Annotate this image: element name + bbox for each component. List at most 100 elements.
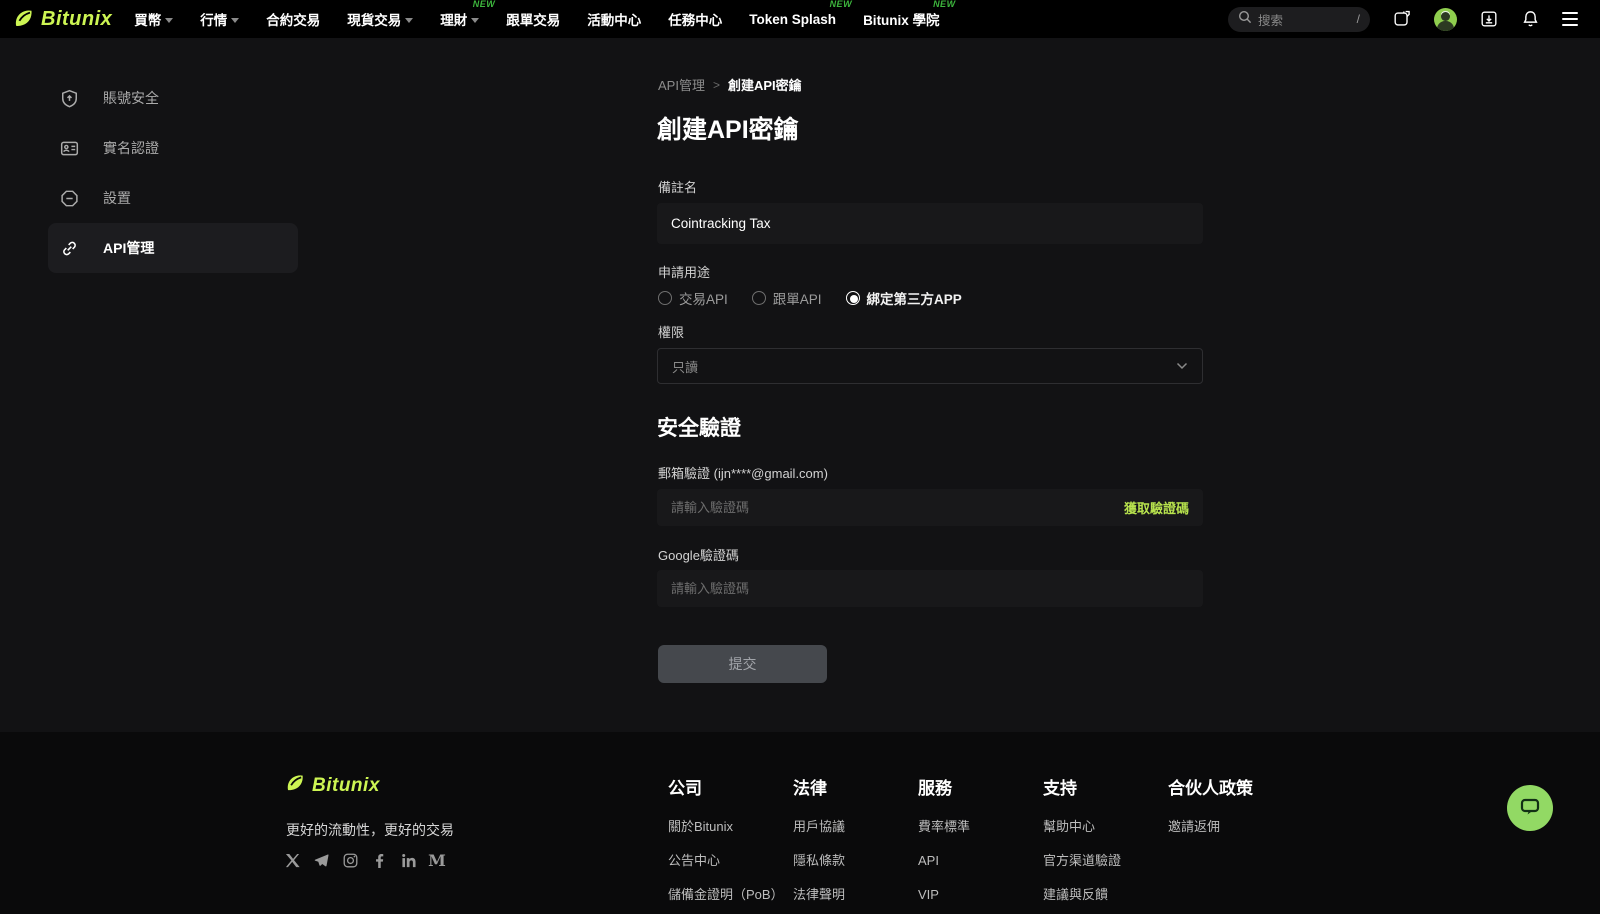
sidebar-item-label: API管理	[103, 238, 154, 258]
purpose-radio-group: 交易API 跟單API 綁定第三方APP	[658, 288, 962, 308]
new-badge: NEW	[473, 0, 496, 9]
bitunix-logo-icon	[13, 8, 35, 30]
google-code-label: Google驗證碼	[658, 545, 739, 564]
nav-item[interactable]: 行情	[200, 0, 239, 38]
sidebar-item-shield[interactable]: 賬號安全	[48, 73, 298, 123]
footer-link[interactable]: 儲備金證明（PoB）	[668, 888, 793, 901]
nav-item[interactable]: 買幣	[134, 0, 173, 38]
nav-item[interactable]: Token SplashNEW	[749, 0, 836, 38]
footer-column-title: 合伙人政策	[1168, 774, 1293, 799]
main-content: API管理 > 創建API密鑰 創建API密鑰 備註名 申請用途 交易API 跟單…	[657, 38, 1203, 732]
social-linkedin-icon[interactable]	[400, 852, 416, 868]
footer-column: 公司關於Bitunix 公告中心儲備金證明（PoB）	[668, 732, 793, 901]
breadcrumb: API管理 > 創建API密鑰	[658, 75, 802, 94]
nav-item[interactable]: 跟單交易	[506, 0, 560, 38]
search-input[interactable]: 搜索 /	[1228, 7, 1370, 32]
chat-bubble-icon	[1517, 794, 1543, 823]
orders-icon[interactable]	[1392, 9, 1412, 29]
purpose-label: 申請用途	[658, 262, 710, 281]
radio-selected-icon	[846, 291, 860, 305]
sidebar-item-api-link[interactable]: API管理	[48, 223, 298, 273]
nav-item-label: 任務中心	[668, 9, 722, 29]
note-name-label: 備註名	[658, 177, 697, 196]
social-facebook-icon[interactable]	[371, 852, 387, 868]
purpose-radio-label: 交易API	[679, 288, 728, 308]
footer-logo-icon	[285, 773, 306, 799]
nav-item[interactable]: 合約交易	[266, 0, 320, 38]
bell-icon[interactable]	[1521, 9, 1540, 29]
bitunix-logo-text: Bitunix	[41, 8, 112, 31]
search-placeholder: 搜索	[1258, 10, 1351, 29]
nav-item[interactable]: 現貨交易	[347, 0, 413, 38]
footer-link[interactable]: 用戶協議	[793, 820, 918, 833]
nav-item[interactable]: 任務中心	[668, 0, 722, 38]
footer-link[interactable]: 邀請返佣	[1168, 820, 1293, 833]
radio-unselected-icon	[752, 291, 766, 305]
purpose-radio[interactable]: 綁定第三方APP	[846, 288, 962, 308]
purpose-radio[interactable]: 交易API	[658, 288, 728, 308]
menu-icon[interactable]	[1562, 12, 1578, 26]
submit-button[interactable]: 提交	[658, 645, 827, 683]
chat-support-button[interactable]	[1507, 785, 1553, 831]
permission-selected-value: 只讀	[672, 357, 1176, 376]
footer-link[interactable]: 費率標準	[918, 820, 1043, 833]
footer-link[interactable]: VIP	[918, 888, 1043, 901]
download-app-icon[interactable]	[1479, 9, 1499, 29]
purpose-radio[interactable]: 跟單API	[752, 288, 822, 308]
sidebar-item-label: 設置	[103, 188, 131, 208]
bitunix-logo[interactable]: Bitunix	[13, 8, 112, 31]
footer-link[interactable]: 官方渠道驗證	[1043, 854, 1168, 867]
nav-item-label: Bitunix 學院	[863, 9, 940, 29]
nav-item-label: 現貨交易	[347, 9, 401, 29]
new-badge: NEW	[933, 0, 956, 9]
avatar-head	[1441, 12, 1450, 21]
footer-column-title: 公司	[668, 774, 793, 799]
sidebar-item-id-card[interactable]: 實名認證	[48, 123, 298, 173]
footer-link[interactable]: 隱私條款	[793, 854, 918, 867]
footer-column-title: 法律	[793, 774, 918, 799]
get-code-button[interactable]: 獲取驗證碼	[1124, 498, 1203, 517]
footer-column: 服務費率標準APIVIP	[918, 732, 1043, 901]
settings-sidebar: 賬號安全實名認證設置 API管理	[48, 73, 298, 273]
id-card-icon	[60, 139, 79, 158]
social-instagram-icon[interactable]	[342, 852, 358, 868]
purpose-radio-label: 綁定第三方APP	[867, 288, 962, 308]
api-link-icon	[60, 239, 79, 258]
email-code-input[interactable]	[657, 500, 1124, 515]
nav-item[interactable]: 活動中心	[587, 0, 641, 38]
note-name-input[interactable]	[657, 203, 1203, 244]
footer-column-title: 支持	[1043, 774, 1168, 799]
breadcrumb-parent[interactable]: API管理	[658, 75, 705, 94]
main-nav: 買幣 行情 合約交易 現貨交易 理財NEW 跟單交易活動中心 任務中心 Token Splas…	[134, 0, 939, 38]
footer-link[interactable]: API	[918, 854, 1043, 867]
security-verification-heading: 安全驗證	[657, 412, 741, 442]
footer-link[interactable]: 建議與反饋	[1043, 888, 1168, 901]
social-medium-icon[interactable]: M	[429, 852, 445, 868]
footer-link[interactable]: 法律聲明	[793, 888, 918, 901]
nav-item[interactable]: 理財NEW	[440, 0, 479, 38]
footer: Bitunix 更好的流動性，更好的交易 M 公司關於Bitunix公告中心儲備…	[0, 732, 1600, 914]
footer-columns: 公司關於Bitunix公告中心儲備金證明（PoB）法律用戶協議隱私條款法律聲明服…	[668, 732, 1293, 901]
footer-column: 法律用戶協議隱私條款法律聲明	[793, 732, 918, 901]
sidebar-item-label: 實名認證	[103, 138, 159, 158]
google-code-field	[657, 570, 1203, 607]
footer-link[interactable]: 公告中心	[668, 854, 793, 867]
email-code-field: 獲取驗證碼	[657, 489, 1203, 526]
page-body: 賬號安全實名認證設置 API管理 API管理 > 創建API密鑰 創建API密鑰 …	[0, 38, 1600, 732]
breadcrumb-current: 創建API密鑰	[728, 75, 802, 94]
sidebar-item-settings[interactable]: 設置	[48, 173, 298, 223]
social-x-icon[interactable]	[284, 852, 300, 868]
footer-logo[interactable]: Bitunix	[285, 773, 380, 799]
nav-item-label: 合約交易	[266, 9, 320, 29]
avatar[interactable]	[1434, 8, 1457, 31]
google-code-input[interactable]	[657, 581, 1203, 596]
footer-link[interactable]: 幫助中心	[1043, 820, 1168, 833]
footer-link[interactable]: 關於Bitunix	[668, 820, 793, 833]
nav-item-label: 行情	[200, 9, 227, 29]
sidebar-item-label: 賬號安全	[103, 88, 159, 108]
permission-label: 權限	[658, 322, 684, 341]
permission-select[interactable]: 只讀	[657, 348, 1203, 384]
nav-item[interactable]: Bitunix 學院NEW	[863, 0, 940, 38]
social-telegram-icon[interactable]	[313, 852, 329, 868]
nav-item-label: Token Splash	[749, 12, 836, 27]
